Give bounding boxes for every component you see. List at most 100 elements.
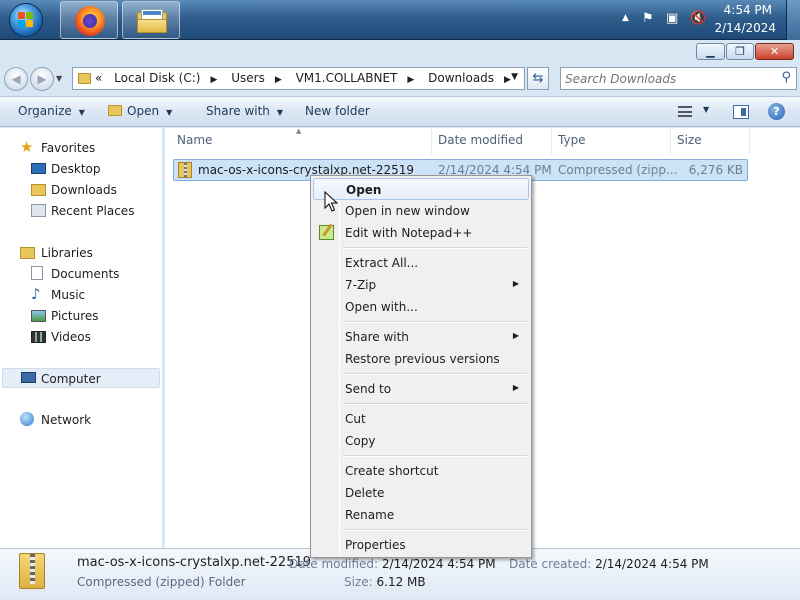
breadcrumb-separator-icon[interactable]: ▶ (407, 75, 414, 85)
menu-item-label: Copy (345, 434, 376, 448)
nav-pictures[interactable]: Pictures (0, 306, 158, 326)
breadcrumb-users[interactable]: Users (231, 71, 265, 85)
menu-item-restore-previous-versions[interactable]: Restore previous versions (313, 348, 529, 370)
nav-videos[interactable]: Videos (0, 327, 158, 347)
nav-downloads[interactable]: Downloads (0, 180, 158, 200)
minimize-button[interactable]: ▁ (696, 43, 725, 60)
column-divider[interactable] (670, 128, 671, 154)
menu-item-cut[interactable]: Cut (313, 408, 529, 430)
chevron-up-icon[interactable]: ▲ (622, 13, 629, 23)
new-folder-button[interactable]: New folder (305, 104, 370, 118)
menu-item-open-with[interactable]: Open with... (313, 296, 529, 318)
column-header-type[interactable]: Type (558, 133, 586, 147)
chevron-down-icon: ▼ (78, 108, 85, 117)
network-icon[interactable]: ▣ (666, 11, 678, 26)
videos-icon (31, 331, 46, 343)
nav-network[interactable]: Network (0, 410, 158, 430)
nav-pictures-label: Pictures (51, 309, 99, 323)
search-input[interactable] (565, 70, 770, 87)
open-button[interactable]: Open ▼ (108, 104, 172, 118)
preview-pane-icon[interactable] (733, 105, 749, 119)
nav-favorites-label: Favorites (41, 141, 96, 155)
breadcrumb-separator-icon[interactable]: ▶ (504, 75, 511, 85)
back-button[interactable]: ◀ (4, 67, 28, 91)
address-dropdown-icon[interactable]: ▼ (511, 72, 518, 82)
change-view-icon[interactable] (678, 106, 692, 117)
menu-item-label: Restore previous versions (345, 352, 500, 366)
clock-date[interactable]: 2/14/2024 (714, 21, 776, 35)
menu-item-label: Open with... (345, 300, 418, 314)
breadcrumb-separator-icon[interactable]: ▶ (210, 75, 217, 85)
caption-buttons: ▁ ❐ ✕ (684, 43, 794, 60)
menu-item-open-in-new-window[interactable]: Open in new window (313, 200, 529, 222)
details-size-label: Size: (344, 575, 373, 589)
view-options-dropdown-icon[interactable]: ▼ (703, 105, 709, 114)
details-date-created-label: Date created: (509, 557, 592, 571)
action-center-flag-icon[interactable]: ⚑ (642, 11, 654, 26)
menu-item-send-to[interactable]: Send to ▶ (313, 378, 529, 400)
menu-item-label: Delete (345, 486, 385, 500)
menu-item-label: Send to (345, 382, 392, 396)
menu-item-copy[interactable]: Copy (313, 430, 529, 452)
menu-item-delete[interactable]: Delete (313, 482, 529, 504)
nav-computer[interactable]: Computer (2, 368, 160, 388)
breadcrumb-separator-icon[interactable]: ▶ (275, 75, 282, 85)
nav-libraries[interactable]: Libraries (0, 243, 158, 263)
column-divider[interactable] (749, 128, 750, 154)
column-divider[interactable] (551, 128, 552, 154)
menu-item-7-zip[interactable]: 7-Zip ▶ (313, 274, 529, 296)
forward-button[interactable]: ▶ (30, 67, 54, 91)
close-button[interactable]: ✕ (755, 43, 794, 60)
share-with-button[interactable]: Share with ▼ (206, 104, 283, 118)
breadcrumb-overflow[interactable]: « (95, 71, 102, 85)
file-type: Compressed (zipp... (558, 163, 678, 177)
menu-separator (343, 321, 527, 323)
nav-documents-label: Documents (51, 267, 120, 281)
column-header-date-modified[interactable]: Date modified (438, 133, 523, 147)
refresh-button[interactable]: ⇆ (527, 67, 549, 90)
menu-item-create-shortcut[interactable]: Create shortcut (313, 460, 529, 482)
show-desktop-button[interactable] (786, 0, 800, 40)
search-icon[interactable]: ⚲ (781, 70, 791, 85)
start-button[interactable] (6, 2, 46, 38)
menu-item-rename[interactable]: Rename (313, 504, 529, 526)
windows-flag-icon (18, 12, 34, 28)
nav-favorites[interactable]: ★ Favorites (0, 138, 158, 158)
system-tray: ▲ ⚑ ▣ 🔇 4:54 PM 2/14/2024 (610, 0, 800, 40)
breadcrumb-local-disk[interactable]: Local Disk (C:) (114, 71, 200, 85)
maximize-button[interactable]: ❐ (726, 43, 754, 60)
help-icon[interactable]: ? (768, 103, 785, 120)
address-bar[interactable]: « Local Disk (C:) ▶ Users ▶ VM1.COLLABNET ▶… (72, 67, 525, 90)
menu-item-label: Open (346, 183, 382, 197)
nav-music[interactable]: ♪ Music (0, 285, 158, 305)
column-divider[interactable] (431, 128, 432, 154)
clock-time[interactable]: 4:54 PM (724, 3, 772, 17)
search-box[interactable]: ⚲ (560, 67, 797, 90)
menu-item-open[interactable]: Open (313, 178, 529, 200)
menu-item-edit-with-notepad-plus-plus[interactable]: Edit with Notepad++ (313, 222, 529, 244)
taskbar-explorer-button[interactable] (122, 1, 180, 39)
recent-pages-dropdown[interactable]: ▼ (56, 74, 62, 83)
taskbar-firefox-button[interactable] (60, 1, 118, 39)
menu-item-properties[interactable]: Properties (313, 534, 529, 556)
menu-separator (343, 403, 527, 405)
downloads-folder-icon (31, 184, 46, 196)
menu-separator (343, 455, 527, 457)
nav-documents[interactable]: Documents (0, 264, 158, 284)
organize-button[interactable]: Organize ▼ (18, 104, 85, 118)
navigation-row: ◀ ▶ ▼ « Local Disk (C:) ▶ Users ▶ VM1.COLL… (0, 64, 800, 94)
breadcrumb-vm1-collabnet[interactable]: VM1.COLLABNET (296, 71, 398, 85)
nav-recent-places[interactable]: Recent Places (0, 201, 158, 221)
menu-item-label: Properties (345, 538, 406, 552)
chevron-down-icon: ▼ (166, 108, 173, 117)
menu-item-label: Open in new window (345, 204, 470, 218)
volume-muted-icon[interactable]: 🔇 (690, 11, 706, 26)
column-header-name[interactable]: Name (177, 133, 212, 147)
breadcrumb-downloads[interactable]: Downloads (428, 71, 494, 85)
submenu-arrow-icon: ▶ (512, 331, 519, 340)
nav-downloads-label: Downloads (51, 183, 117, 197)
nav-desktop[interactable]: Desktop (0, 159, 158, 179)
menu-item-share-with[interactable]: Share with ▶ (313, 326, 529, 348)
menu-item-extract-all[interactable]: Extract All... (313, 252, 529, 274)
column-header-size[interactable]: Size (677, 133, 702, 147)
